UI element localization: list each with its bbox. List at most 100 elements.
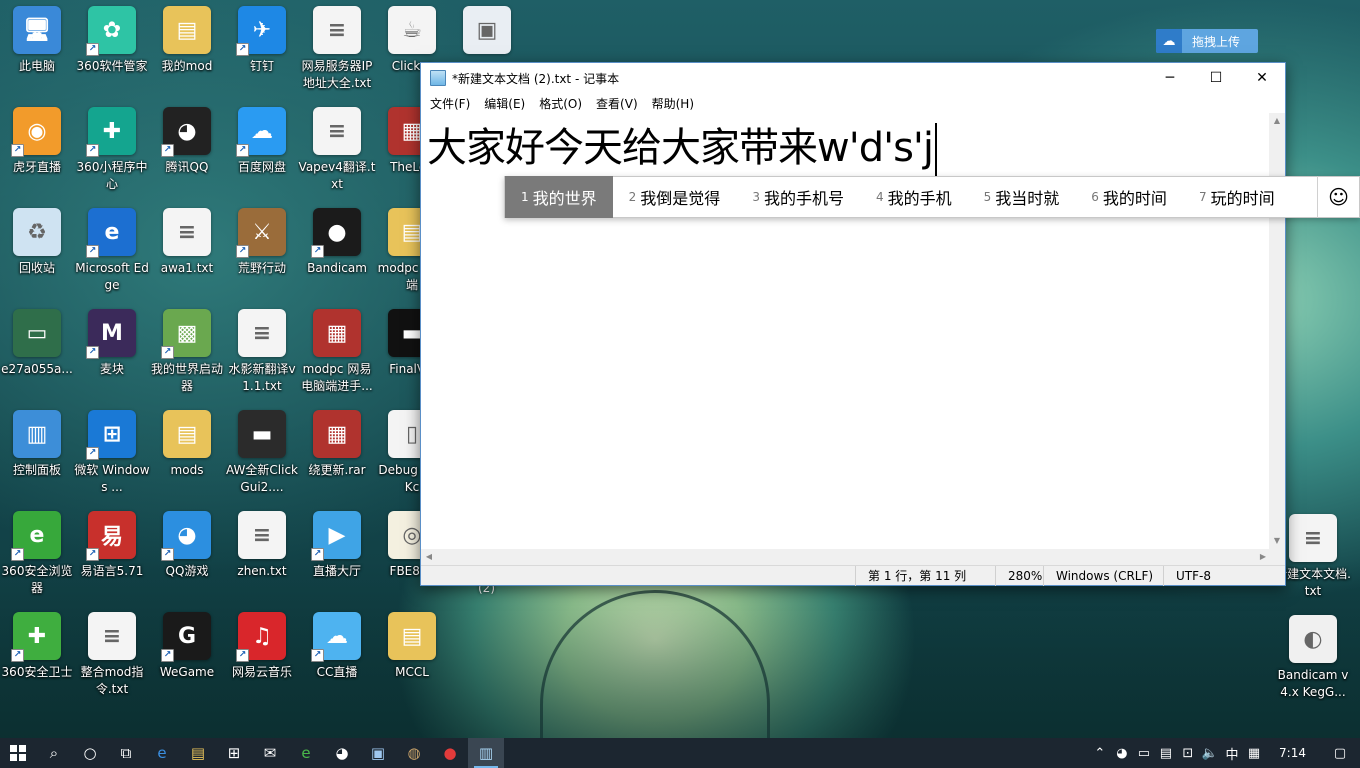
desktop-icon[interactable]: ▤ MCCL: [375, 612, 449, 708]
horizontal-scrollbar[interactable]: ◀ ▶: [421, 549, 1271, 565]
app-icon: ▣: [463, 6, 511, 54]
desktop-icon[interactable]: ✿ ↗ 360软件管家: [75, 6, 149, 102]
desktop-icon[interactable]: ◉ ↗ 虎牙直播: [0, 107, 74, 203]
desktop-icon[interactable]: G ↗ WeGame: [150, 612, 224, 708]
close-button[interactable]: ✕: [1239, 63, 1285, 93]
desktop-icon[interactable]: 🖥 此电脑: [0, 6, 74, 102]
title-bar[interactable]: *新建文本文档 (2).txt - 记事本 ─ ☐ ✕: [421, 63, 1285, 93]
tray-battery-icon[interactable]: ▭: [1133, 738, 1155, 768]
ime-candidate[interactable]: 3 我的手机号: [736, 176, 860, 218]
desktop-icon[interactable]: ✚ ↗ 360小程序中心: [75, 107, 149, 203]
notepad-window[interactable]: *新建文本文档 (2).txt - 记事本 ─ ☐ ✕ 文件(F) 编辑(E) …: [420, 62, 1286, 586]
desktop-icon[interactable]: ♻ 回收站: [0, 208, 74, 304]
desktop-icon[interactable]: ≡ 新建文本文档.txt: [1275, 514, 1351, 610]
ime-candidate[interactable]: 7 玩的时间: [1183, 176, 1291, 218]
ime-candidate-number: 3: [752, 190, 760, 204]
scroll-down-arrow-icon[interactable]: ▼: [1269, 533, 1285, 549]
tray-clock[interactable]: 7:14: [1265, 738, 1320, 768]
tray-input-icon[interactable]: ▤: [1155, 738, 1177, 768]
desktop-icon[interactable]: e ↗ 360安全浏览器: [0, 511, 74, 607]
desktop-icon[interactable]: ✚ ↗ 360安全卫士: [0, 612, 74, 708]
taskbar-app-window-app[interactable]: ▣: [360, 738, 396, 768]
minimize-button[interactable]: ─: [1147, 63, 1193, 93]
desktop-icon[interactable]: ≡ Vapev4翻译.txt: [299, 107, 375, 203]
tray-ime-indicator[interactable]: 中: [1221, 738, 1243, 768]
menu-edit[interactable]: 编辑(E): [477, 95, 532, 112]
taskbar-app-notepad[interactable]: ▥: [468, 738, 504, 768]
desktop-icon[interactable]: ≡ 网易服务器IP地址大全.txt: [300, 6, 374, 102]
ime-candidate[interactable]: 6 我的时间: [1075, 176, 1183, 218]
app-icon: ≡: [238, 309, 286, 357]
taskbar-app-edge[interactable]: e: [144, 738, 180, 768]
cortana-button[interactable]: ○: [72, 738, 108, 768]
desktop-icon[interactable]: ☁ ↗ CC直播: [300, 612, 374, 708]
shortcut-arrow-icon: ↗: [161, 649, 174, 662]
desktop-icon[interactable]: ⊞ ↗ 微软 Windows ...: [74, 410, 150, 506]
upload-label: 拖拽上传: [1192, 34, 1241, 49]
desktop-icon[interactable]: ◕ ↗ QQ游戏: [150, 511, 224, 607]
ime-candidate[interactable]: 5 我当时就: [968, 176, 1076, 218]
desktop-icon[interactable]: ▥ 控制面板: [0, 410, 74, 506]
menu-format[interactable]: 格式(O): [532, 95, 589, 112]
menu-bar: 文件(F) 编辑(E) 格式(O) 查看(V) 帮助(H): [421, 93, 1285, 113]
desktop-icon-label: 回收站: [18, 261, 55, 275]
tray-ime-mode-icon[interactable]: ▦: [1243, 738, 1265, 768]
desktop-icon-label: 水影新翻译v1.1.txt: [228, 362, 296, 393]
scroll-up-arrow-icon[interactable]: ▲: [1269, 113, 1285, 129]
menu-file[interactable]: 文件(F): [423, 95, 477, 112]
desktop-icon[interactable]: ▤ mods: [150, 410, 224, 506]
app-icon: e ↗: [11, 511, 61, 561]
menu-view[interactable]: 查看(V): [589, 95, 645, 112]
desktop-icon[interactable]: ▩ ↗ 我的世界启动器: [150, 309, 224, 405]
task-view-button[interactable]: ⧉: [108, 738, 144, 768]
desktop-icon[interactable]: ▭ e27a055a...: [0, 309, 74, 405]
taskbar-app-file-explorer[interactable]: ▤: [180, 738, 216, 768]
desktop-icon[interactable]: ⚔ ↗ 荒野行动: [225, 208, 299, 304]
tray-qq-icon[interactable]: ◕: [1111, 738, 1133, 768]
taskbar-app-360-browser[interactable]: e: [288, 738, 324, 768]
tray-expand-chevron-icon[interactable]: ⌃: [1089, 738, 1111, 768]
emoji-icon[interactable]: ☺: [1317, 176, 1359, 218]
notification-center-icon[interactable]: ▢: [1320, 738, 1360, 768]
scroll-left-arrow-icon[interactable]: ◀: [421, 549, 437, 565]
ime-candidate[interactable]: 4 我的手机: [860, 176, 968, 218]
ime-candidate-text: 玩的时间: [1210, 189, 1275, 208]
menu-help[interactable]: 帮助(H): [645, 95, 701, 112]
desktop-icon[interactable]: ≡ zhen.txt: [225, 511, 299, 607]
desktop-icon[interactable]: ▦ modpc 网易电脑端进手...: [300, 309, 374, 405]
desktop-icon[interactable]: ♫ ↗ 网易云音乐: [225, 612, 299, 708]
desktop-icon[interactable]: ☁ ↗ 百度网盘: [225, 107, 299, 203]
desktop-icon[interactable]: ▬ AW全新ClickGui2....: [225, 410, 299, 506]
taskbar-app-bandicam[interactable]: ●: [432, 738, 468, 768]
desktop-icon[interactable]: M ↗ 麦块: [75, 309, 149, 405]
app-icon: ≡: [313, 107, 361, 155]
desktop-icon[interactable]: ≡ 整合mod指令.txt: [75, 612, 149, 708]
desktop-icon-label: 荒野行动: [237, 261, 286, 275]
search-button[interactable]: ⌕: [36, 738, 72, 768]
desktop-icon[interactable]: ● ↗ Bandicam: [300, 208, 374, 304]
start-button[interactable]: [0, 738, 36, 768]
maximize-button[interactable]: ☐: [1193, 63, 1239, 93]
taskbar-app-mail[interactable]: ✉: [252, 738, 288, 768]
desktop-icon[interactable]: ◕ ↗ 腾讯QQ: [150, 107, 224, 203]
desktop-icon-label: 我的mod: [161, 59, 213, 73]
desktop-icon[interactable]: ✈ ↗ 钉钉: [225, 6, 299, 102]
upload-widget[interactable]: ☁ 拖拽上传: [1156, 29, 1258, 53]
desktop-icon-label: 钉钉: [249, 59, 274, 73]
file-explorer-icon: ▤: [190, 744, 206, 762]
desktop-icon[interactable]: 易 ↗ 易语言5.71: [75, 511, 149, 607]
tray-volume-icon[interactable]: 🔈: [1199, 738, 1221, 768]
desktop-icon[interactable]: ≡ 水影新翻译v1.1.txt: [225, 309, 299, 405]
ime-candidate[interactable]: 1 我的世界: [505, 176, 613, 218]
taskbar-app-store[interactable]: ⊞: [216, 738, 252, 768]
desktop-icon[interactable]: e ↗ Microsoft Edge: [75, 208, 149, 304]
desktop-icon[interactable]: ▤ 我的mod: [150, 6, 224, 102]
desktop-icon[interactable]: ≡ awa1.txt: [150, 208, 224, 304]
taskbar-app-game-app[interactable]: ◍: [396, 738, 432, 768]
desktop-icon[interactable]: ◐ Bandicam v4.x KegG...: [1276, 615, 1350, 711]
desktop-icon[interactable]: ▶ ↗ 直播大厅: [300, 511, 374, 607]
ime-candidate[interactable]: 2 我倒是觉得: [613, 176, 737, 218]
desktop-icon[interactable]: ▦ 绕更新.rar: [300, 410, 374, 506]
taskbar-app-qq[interactable]: ◕: [324, 738, 360, 768]
tray-network-icon[interactable]: ⊡: [1177, 738, 1199, 768]
